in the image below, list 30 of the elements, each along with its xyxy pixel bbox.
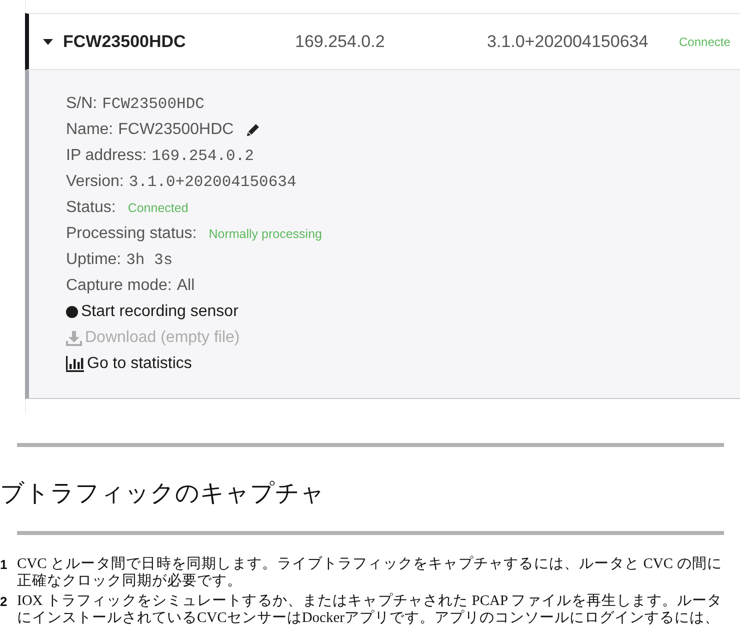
field-label: Name: bbox=[66, 120, 114, 140]
field-value: 3h 3s bbox=[126, 250, 173, 271]
device-row[interactable]: FCW23500HDC 169.254.0.2 3.1.0+202004150634 Connecte bbox=[25, 13, 740, 70]
field-value: 169.254.0.2 bbox=[152, 146, 254, 167]
action-link[interactable]: Start recording sensor bbox=[66, 299, 238, 325]
field-value: FCW23500HDC bbox=[102, 94, 204, 115]
action-link[interactable]: Go to statistics bbox=[66, 351, 192, 377]
field-label: Uptime: bbox=[66, 250, 122, 270]
field-label: Processing status: bbox=[66, 224, 197, 244]
step-text: IOX トラフィックをシミュレートするか、またはキャプチャされた PCAP ファイルを再生します。ルータにインストールされているCVCセンサーはDockerアプリです。アプリのコンソールにログインするには、 bbox=[17, 593, 722, 627]
status-value: Normally processing bbox=[208, 226, 322, 243]
field-value: FCW23500HDC bbox=[118, 120, 234, 140]
field-label: Version: bbox=[66, 172, 124, 192]
field-label: Capture mode: bbox=[66, 276, 172, 296]
device-ip: 169.254.0.2 bbox=[295, 30, 386, 53]
device-status: Connecte bbox=[679, 34, 730, 50]
field-value: 3.1.0+202004150634 bbox=[128, 172, 296, 193]
field-value: All bbox=[176, 276, 195, 296]
device-version: 3.1.0+202004150634 bbox=[487, 30, 650, 53]
step-number: 1 bbox=[0, 556, 8, 573]
step-number: 2 bbox=[0, 593, 8, 610]
field-label: Status: bbox=[66, 198, 116, 218]
field-label: IP address: bbox=[66, 146, 147, 166]
section-heading: ブトラフィックのキャプチャ bbox=[0, 478, 326, 509]
device-name: FCW23500HDC bbox=[63, 30, 187, 53]
caret-icon[interactable] bbox=[43, 38, 53, 44]
field-label: S/N: bbox=[66, 94, 98, 114]
step-text: CVC とルータ間で日時を同期します。ライブトラフィックをキャプチャするには、ルータと CVC の間に正確なクロック同期が必要です。 bbox=[17, 556, 722, 590]
pencil-icon[interactable] bbox=[246, 123, 260, 137]
status-value: Connected bbox=[128, 200, 188, 217]
